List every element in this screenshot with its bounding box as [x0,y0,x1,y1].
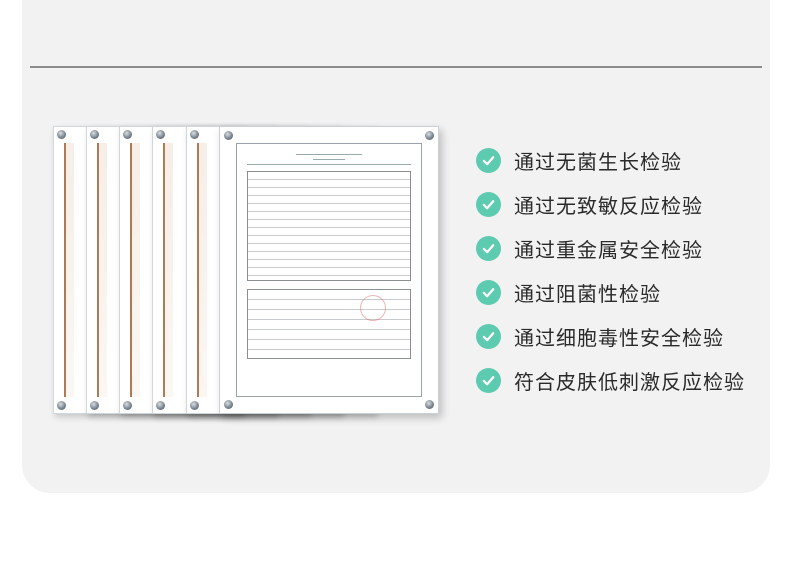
test-checklist: 通过无菌生长检验 通过无致敏反应检验 通过重金属安全检验 通过阻菌性检验 通过细… [476,138,745,402]
checklist-item: 符合皮肤低刺激反应检验 [476,358,745,402]
check-icon [476,367,501,393]
checklist-item: 通过重金属安全检验 [476,226,745,270]
check-icon [476,235,501,261]
check-icon [476,191,501,217]
checklist-item-label: 通过阻菌性检验 [514,281,661,306]
checklist-item-label: 符合皮肤低刺激反应检验 [514,369,745,394]
test-report-document [236,143,422,397]
checklist-item: 通过无菌生长检验 [476,138,745,182]
checklist-item: 通过无致敏反应检验 [476,182,745,226]
test-report-frame [219,126,439,414]
checklist-item-label: 通过细胞毒性安全检验 [514,325,724,350]
checklist-item-label: 通过无致敏反应检验 [514,193,703,218]
checklist-item: 通过细胞毒性安全检验 [476,314,745,358]
check-icon [476,147,501,173]
checklist-item-label: 通过重金属安全检验 [514,237,703,262]
red-seal-stamp [360,295,386,321]
checklist-item: 通过阻菌性检验 [476,270,745,314]
checklist-item-label: 通过无菌生长检验 [514,149,682,174]
check-icon [476,323,501,349]
check-icon [476,279,501,305]
